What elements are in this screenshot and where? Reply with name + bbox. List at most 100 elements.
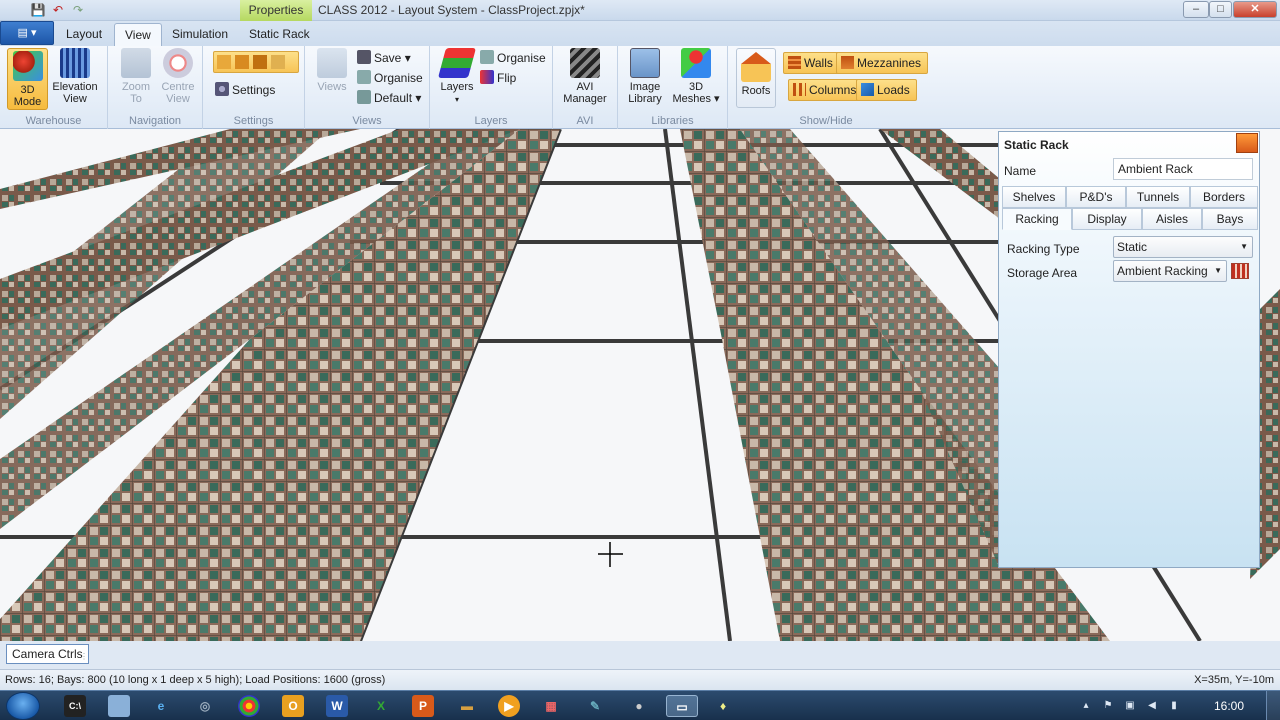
3d-mode-button[interactable]: 3D Mode	[7, 48, 48, 110]
tray-arrow-icon[interactable]: ▴	[1080, 700, 1092, 712]
save-icon[interactable]: 💾	[30, 2, 46, 18]
measure-icon[interactable]	[253, 55, 267, 69]
organise-views-button[interactable]: Organise	[357, 69, 423, 87]
views-label: Views	[317, 81, 347, 93]
zoom-to-icon	[121, 48, 151, 78]
flip-button[interactable]: Flip	[480, 69, 516, 87]
application-menu-button[interactable]: ▤ ▾	[0, 21, 54, 45]
undo-icon[interactable]: ↶	[50, 2, 66, 18]
image-library-button[interactable]: Image Library	[624, 48, 666, 105]
roofs-button[interactable]: Roofs	[736, 48, 776, 108]
walls-icon	[788, 56, 801, 69]
mezzanines-toggle[interactable]: Mezzanines	[836, 52, 929, 74]
racking-type-dropdown[interactable]: Static ▼	[1113, 236, 1253, 258]
cmd-icon[interactable]: C:\	[64, 695, 86, 717]
media-player-icon[interactable]: ▶	[498, 695, 520, 717]
columns-toggle[interactable]: Columns	[788, 79, 864, 101]
show-desktop-button[interactable]	[1266, 691, 1280, 720]
organise-layers-button[interactable]: Organise	[480, 49, 546, 67]
group-label-warehouse: Warehouse	[25, 115, 82, 127]
group-label-layers: Layers	[474, 115, 508, 127]
grid-icon[interactable]	[217, 55, 231, 69]
roofs-label: Roofs	[741, 85, 771, 97]
group-label-show-hide: Show/Hide	[799, 115, 853, 127]
zoom-to-label: Zoom To	[121, 81, 151, 105]
tab-shelves[interactable]: Shelves	[1002, 186, 1066, 208]
group-label-libraries: Libraries	[651, 115, 694, 127]
search-icon[interactable]	[235, 55, 249, 69]
folder-icon[interactable]: ▬	[456, 695, 478, 717]
default-view-button[interactable]: Default ▾	[357, 89, 421, 107]
chevron-down-icon: ▼	[1214, 266, 1222, 275]
ribbon-tab-row: ▤ ▾ Layout View Simulation Static Rack	[0, 21, 1280, 46]
start-button[interactable]	[6, 692, 40, 720]
image-icon	[630, 48, 660, 78]
outlook-icon[interactable]: O	[282, 695, 304, 717]
walls-toggle[interactable]: Walls	[783, 52, 840, 74]
name-input[interactable]: Ambient Rack	[1113, 158, 1253, 180]
layers-label: Layers	[440, 81, 474, 93]
group-warehouse: 3D Mode Elevation View Warehouse	[0, 46, 108, 129]
centre-view-icon	[163, 48, 193, 78]
quick-access-toolbar: 💾 ↶ ↷	[30, 2, 86, 18]
tab-display[interactable]: Display	[1072, 208, 1142, 230]
tab-borders[interactable]: Borders	[1190, 186, 1258, 208]
tray-icon[interactable]: ▣	[1124, 700, 1136, 712]
rack-color-icon[interactable]	[1236, 133, 1258, 153]
layers-button[interactable]: Layers ▾	[437, 48, 477, 106]
tab-simulation[interactable]: Simulation	[162, 23, 238, 46]
file-icon[interactable]	[108, 695, 130, 717]
storage-area-dropdown[interactable]: Ambient Racking ▼	[1113, 260, 1227, 282]
tab-layout[interactable]: Layout	[56, 23, 112, 46]
maximize-button[interactable]: □	[1209, 1, 1232, 18]
tab-bays[interactable]: Bays	[1202, 208, 1258, 230]
minimize-button[interactable]: –	[1183, 1, 1209, 18]
network-tray-icon[interactable]: ▮	[1168, 700, 1180, 712]
properties-title: Static Rack	[1004, 138, 1069, 152]
centre-view-button[interactable]: Centre View	[158, 48, 198, 105]
snap-icon[interactable]	[271, 55, 285, 69]
title-bar: 💾 ↶ ↷ Properties CLASS 2012 - Layout Sys…	[0, 0, 1280, 21]
flag-icon[interactable]: ⚑	[1102, 700, 1114, 712]
calendar-icon[interactable]: ▦	[540, 695, 562, 717]
powerpoint-icon[interactable]: P	[412, 695, 434, 717]
close-button[interactable]: ✕	[1233, 1, 1277, 18]
group-libraries: Image Library 3D Meshes ▾ Libraries	[618, 46, 728, 129]
excel-icon[interactable]: X	[370, 695, 392, 717]
window-title: CLASS 2012 - Layout System - ClassProjec…	[318, 3, 585, 17]
tab-view[interactable]: View	[114, 23, 162, 46]
utility-icon[interactable]: ♦	[712, 695, 734, 717]
elevation-view-button[interactable]: Elevation View	[52, 48, 98, 105]
zoom-to-button[interactable]: Zoom To	[118, 48, 154, 105]
save-view-button[interactable]: Save ▾	[357, 49, 411, 67]
settings-button[interactable]: Settings	[215, 81, 275, 99]
views-button[interactable]: Views	[313, 48, 351, 93]
chrome-icon[interactable]	[238, 695, 260, 717]
loads-toggle[interactable]: Loads	[856, 79, 917, 101]
tab-aisles[interactable]: Aisles	[1142, 208, 1202, 230]
word-icon[interactable]: W	[326, 695, 348, 717]
ie-icon[interactable]: e	[150, 695, 172, 717]
3d-meshes-button[interactable]: 3D Meshes ▾	[670, 48, 722, 105]
tab-pds[interactable]: P&D's	[1066, 186, 1126, 208]
app-icon[interactable]: ●	[628, 695, 650, 717]
volume-icon[interactable]: ◀	[1146, 700, 1158, 712]
group-layers: Layers ▾ Organise Flip Layers	[430, 46, 553, 129]
3d-mode-icon	[12, 51, 43, 81]
camera-ctrls-tab[interactable]: Camera Ctrls	[6, 644, 89, 664]
class-app-icon[interactable]: ▭	[666, 695, 698, 717]
tab-tunnels[interactable]: Tunnels	[1126, 186, 1190, 208]
avi-manager-label: AVI Manager	[563, 81, 607, 105]
clock[interactable]: 16:00	[1214, 691, 1244, 720]
storage-area-edit-icon[interactable]	[1231, 263, 1249, 279]
paint-icon[interactable]: ✎	[584, 695, 606, 717]
context-tab-properties[interactable]: Properties	[240, 0, 312, 21]
mezzanine-icon	[841, 56, 854, 69]
tab-static-rack[interactable]: Static Rack	[239, 23, 320, 46]
network-icon[interactable]: ◎	[194, 695, 216, 717]
group-show-hide: Roofs Walls Mezzanines Columns Loads Sho…	[728, 46, 929, 129]
group-avi: AVI Manager AVI	[553, 46, 618, 129]
redo-icon[interactable]: ↷	[70, 2, 86, 18]
avi-manager-button[interactable]: AVI Manager	[559, 48, 611, 105]
tab-racking[interactable]: Racking	[1002, 208, 1072, 230]
